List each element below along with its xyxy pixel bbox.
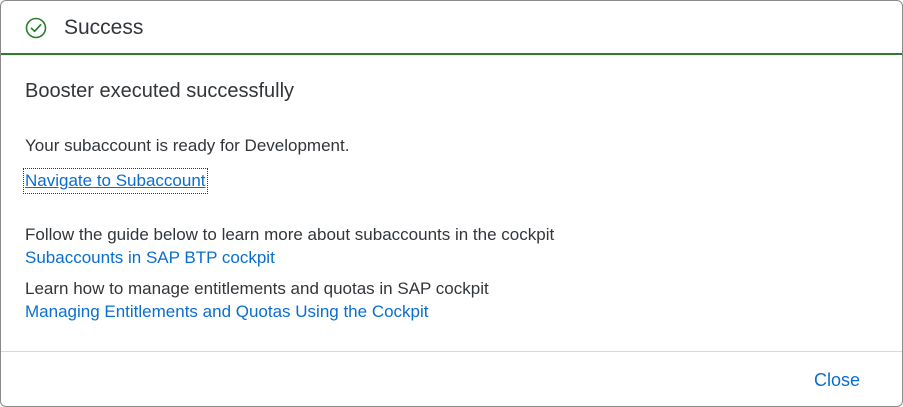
dialog-header: Success: [1, 1, 902, 55]
headline: Booster executed successfully: [25, 80, 295, 102]
close-button[interactable]: Close: [814, 368, 860, 392]
ready-text: Your subaccount is ready for Development…: [25, 136, 350, 155]
success-dialog: Success Booster executed successfully Yo…: [0, 0, 903, 407]
navigate-to-subaccount-link[interactable]: Navigate to Subaccount: [23, 168, 208, 194]
dialog-title: Success: [64, 16, 144, 39]
guide-text: Follow the guide below to learn more abo…: [25, 225, 555, 244]
check-circle-icon: [25, 17, 47, 39]
dialog-footer: Close: [1, 351, 902, 406]
entitlements-guide-link[interactable]: Managing Entitlements and Quotas Using t…: [25, 301, 429, 323]
subaccounts-guide-link[interactable]: Subaccounts in SAP BTP cockpit: [25, 247, 275, 269]
entitlements-text: Learn how to manage entitlements and quo…: [25, 279, 489, 298]
